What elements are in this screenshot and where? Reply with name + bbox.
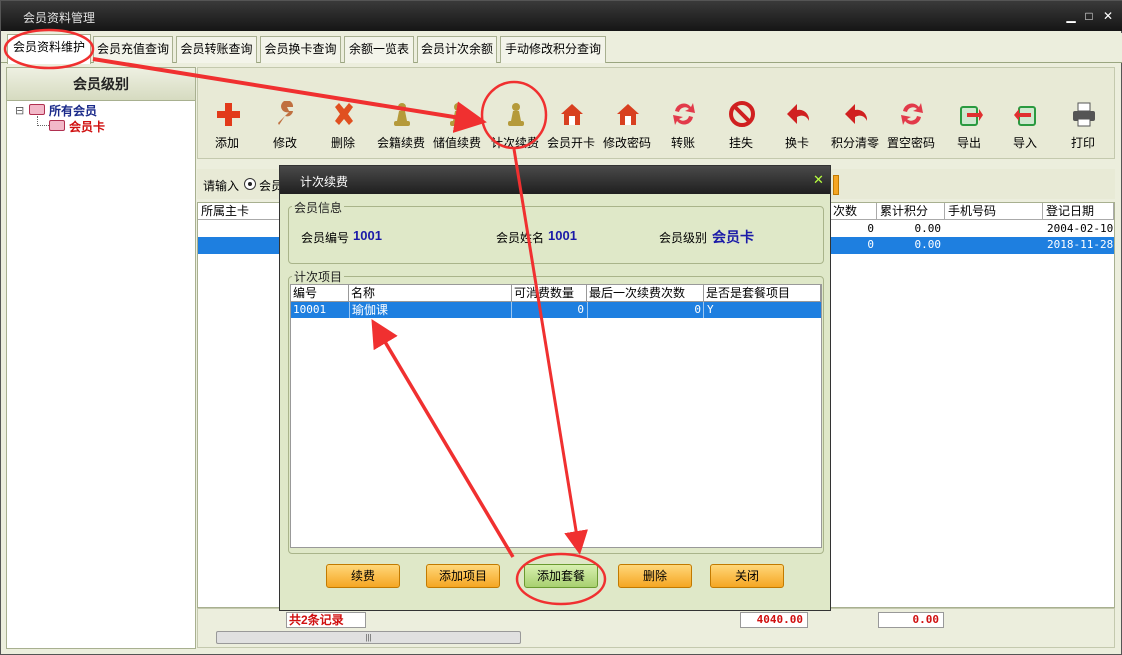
maximize-icon[interactable]: □ (1081, 8, 1097, 24)
record-count: 共2条记录 (286, 612, 366, 628)
close-button[interactable]: 关闭 (710, 564, 784, 588)
tab-member-maintenance[interactable]: 会员资料维护 (7, 34, 91, 64)
column-header-qty[interactable]: 可消费数量 (512, 285, 587, 302)
column-header-id[interactable]: 编号 (291, 285, 349, 302)
tab-recharge-query[interactable]: 会员充值查询 (93, 36, 173, 63)
member-name-value: 1001 (548, 228, 577, 243)
cell-date: 2018-11-28 (1047, 238, 1114, 251)
total-balance: 4040.00 (740, 612, 808, 628)
horizontal-scrollbar[interactable]: ||| (216, 631, 521, 644)
grid-footer: 共2条记录 4040.00 0.00 ||| (197, 608, 1115, 648)
total-points: 0.00 (878, 612, 944, 628)
cell-name: 瑜伽课 (349, 302, 512, 318)
toolbar-button-15[interactable]: 打印 (1054, 68, 1112, 158)
toolbar-button-14[interactable]: 导入 (996, 68, 1054, 158)
folder-icon (29, 104, 45, 115)
import-icon (1013, 101, 1039, 127)
cell-date: 2004-02-10 (1047, 222, 1114, 235)
toolbar-button-4[interactable]: 储值续费 (428, 68, 486, 158)
renew-button[interactable]: 续费 (326, 564, 400, 588)
column-header-last-renew[interactable]: 最后一次续费次数 (587, 285, 704, 302)
search-button-edge[interactable] (833, 175, 839, 195)
cell-id: 10001 (293, 303, 327, 316)
table-row-selected[interactable]: 10001 瑜伽课 0 0 Y (291, 302, 821, 318)
toolbar-button-1[interactable]: 修改 (256, 68, 314, 158)
tab-bar: 会员资料维护 会员充值查询 会员转账查询 会员换卡查询 余额一览表 会员计次余额… (1, 33, 1122, 64)
x-icon (331, 101, 357, 127)
count-items-grid: 编号 名称 可消费数量 最后一次续费次数 是否是套餐项目 10001 瑜伽课 0… (290, 284, 822, 548)
cell-count: 0 (867, 238, 874, 251)
arrow-back-icon (785, 101, 811, 127)
folder-icon (49, 120, 65, 131)
member-no-value: 1001 (353, 228, 382, 243)
column-header-name[interactable]: 名称 (349, 285, 512, 302)
cell-count: 0 (867, 222, 874, 235)
member-no-label: 会员编号 (301, 231, 350, 245)
house-icon (559, 101, 585, 127)
pawn-icon (445, 101, 471, 127)
column-header-points[interactable]: 累计积分 (877, 203, 945, 220)
toolbar-button-label: 打印 (1070, 136, 1095, 150)
column-header-date[interactable]: 登记日期 (1043, 203, 1114, 220)
arrow-back-icon (843, 101, 869, 127)
member-level-label: 会员级别 (659, 231, 708, 245)
cell-points: 0.00 (914, 222, 942, 235)
column-header-package[interactable]: 是否是套餐项目 (704, 285, 821, 302)
export-icon (957, 101, 983, 127)
tab-card-change-query[interactable]: 会员换卡查询 (260, 36, 341, 63)
column-header-count[interactable]: 次数 (830, 203, 877, 220)
toolbar-button-8[interactable]: 转账 (654, 68, 712, 158)
toolbar: 添加 修改 删除 会籍续费 储值续费 计次续费 会员开卡 修改密码 转账 挂失 换卡 积分清零 置空密码… (197, 67, 1115, 159)
cell-points: 0.00 (914, 238, 942, 251)
no-entry-icon (729, 101, 755, 127)
transfer-icon (899, 101, 925, 127)
tree-line (37, 125, 49, 126)
dialog-close-icon[interactable]: ✕ (813, 172, 824, 188)
cell-last-renew: 0 (694, 303, 701, 316)
tree-item-member-card[interactable]: 会员卡 (69, 118, 105, 135)
toolbar-button-2[interactable]: 删除 (314, 68, 372, 158)
plus-icon (215, 101, 241, 127)
pawn-icon (389, 101, 415, 127)
cell-package: Y (707, 303, 714, 316)
delete-button[interactable]: 删除 (618, 564, 692, 588)
wrench-icon (273, 100, 299, 127)
minimize-icon[interactable]: ▁ (1063, 8, 1079, 24)
pawn-icon (503, 101, 529, 127)
main-window: 会员资料管理 ▁ □ ✕ 会员资料维护 会员充值查询 会员转账查询 会员换卡查询… (0, 0, 1122, 655)
panel-header: 会员级别 (7, 68, 195, 101)
member-name-label: 会员姓名 (496, 231, 545, 245)
count-renew-dialog: 计次续费 ✕ 会员信息 会员编号 1001 会员姓名 1001 会员级别 会员卡… (279, 165, 831, 611)
tab-transfer-query[interactable]: 会员转账查询 (176, 36, 257, 63)
printer-icon (1071, 101, 1097, 127)
close-icon[interactable]: ✕ (1100, 8, 1116, 24)
house-icon (615, 101, 641, 127)
add-item-button[interactable]: 添加项目 (426, 564, 500, 588)
tree-root-all-members[interactable]: 所有会员 (49, 102, 97, 119)
search-radio[interactable] (244, 178, 256, 190)
title-bar: 会员资料管理 ▁ □ ✕ (1, 1, 1122, 31)
toolbar-button-10[interactable]: 换卡 (768, 68, 826, 158)
member-level-panel: 会员级别 ⊟ 所有会员 会员卡 (6, 67, 196, 649)
toolbar-button-12[interactable]: 置空密码 (882, 68, 940, 158)
member-level-value: 会员卡 (712, 229, 754, 245)
dialog-title: 计次续费 (300, 175, 349, 189)
tree-expander-icon[interactable]: ⊟ (15, 104, 24, 117)
dialog-title-bar: 计次续费 ✕ (280, 166, 830, 194)
column-header-phone[interactable]: 手机号码 (945, 203, 1043, 220)
add-package-button[interactable]: 添加套餐 (524, 564, 598, 588)
window-title: 会员资料管理 (23, 11, 96, 25)
member-info-group-title: 会员信息 (292, 199, 345, 216)
transfer-icon (671, 101, 697, 127)
toolbar-button-0[interactable]: 添加 (198, 68, 256, 158)
tab-balance-list[interactable]: 余额一览表 (344, 36, 414, 63)
tab-points-query[interactable]: 手动修改积分查询 (500, 36, 606, 63)
cell-qty: 0 (577, 303, 584, 316)
search-prompt: 请输入 (203, 179, 240, 193)
tab-count-balance[interactable]: 会员计次余额 (417, 36, 497, 63)
count-items-group-title: 计次项目 (292, 268, 345, 285)
